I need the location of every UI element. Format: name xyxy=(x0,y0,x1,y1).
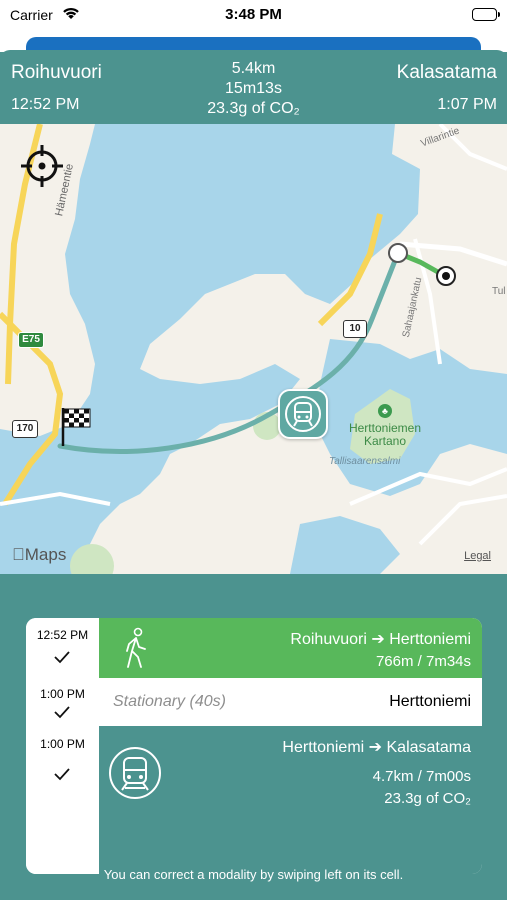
swipe-hint: You can correct a modality by swiping le… xyxy=(103,867,404,882)
battery-icon xyxy=(472,8,500,21)
map-canvas xyxy=(0,124,507,574)
route-map[interactable]: Hämeentie Villarintie Sahaajankatu Tul H… xyxy=(0,124,507,574)
leg-time: 1:00 PM xyxy=(40,687,85,701)
leg-detail: 4.7km / 7m00s xyxy=(372,768,471,785)
locate-me-icon[interactable] xyxy=(20,144,64,188)
leg-time: 1:00 PM xyxy=(40,737,85,751)
stationary-place: Herttoniemi xyxy=(389,693,471,710)
checkmark-icon xyxy=(54,768,70,781)
road-shield-10: 10 xyxy=(343,320,367,338)
leg-time-cell: 12:52 PM xyxy=(26,618,99,678)
finish-flag-icon xyxy=(60,406,92,451)
road-shield-170: 170 xyxy=(12,420,38,438)
leg-body: Herttoniemi ➔ Kalasatama 4.7km / 7m00s 2… xyxy=(99,726,482,874)
apple-maps-logo: Maps xyxy=(12,545,66,564)
status-bar: Carrier 3:48 PM xyxy=(0,0,507,32)
metro-icon xyxy=(109,747,161,799)
park-icon: ♣ xyxy=(378,404,392,418)
metro-stop-icon[interactable] xyxy=(278,389,328,439)
legs-table: 12:52 PM Roihuvuori ➔ Herttoniemi 766m /… xyxy=(26,618,482,874)
legal-link[interactable]: Legal xyxy=(464,550,491,562)
apple-icon:  xyxy=(12,545,25,564)
leg-row-stationary[interactable]: 1:00 PM Stationary (40s) Herttoniemi xyxy=(26,678,482,726)
trip-header: Roihuvuori 12:52 PM 5.4km 15m13s 23.3g o… xyxy=(0,50,507,124)
leg-row-walk[interactable]: 12:52 PM Roihuvuori ➔ Herttoniemi 766m /… xyxy=(26,618,482,678)
map-label-tul: Tul xyxy=(492,286,506,297)
leg-time: 12:52 PM xyxy=(36,628,89,642)
map-label-herttoniemen-kartano: Herttoniemen Kartano xyxy=(348,421,422,448)
leg-detail: 766m / 7m34s xyxy=(375,653,471,670)
leg-body: Roihuvuori ➔ Herttoniemi 766m / 7m34s xyxy=(99,618,482,678)
trip-sheet: Roihuvuori 12:52 PM 5.4km 15m13s 23.3g o… xyxy=(0,50,507,900)
leg-time-cell: 1:00 PM xyxy=(26,726,99,874)
checkmark-icon xyxy=(54,706,70,719)
trip-destination: Kalasatama xyxy=(396,62,497,83)
leg-row-metro[interactable]: 1:00 PM Herttoniemi ➔ Kalasatama 4.7km /… xyxy=(26,726,482,874)
leg-co2: 23.3g of CO₂ xyxy=(384,790,471,807)
checkmark-icon xyxy=(54,651,70,664)
stationary-label: Stationary (40s) xyxy=(113,693,226,710)
status-time: 3:48 PM xyxy=(225,6,282,23)
leg-time-cell: 1:00 PM xyxy=(26,678,99,726)
leg-body: Stationary (40s) Herttoniemi xyxy=(99,678,482,726)
trip-co2: 23.3g of CO₂ xyxy=(207,100,300,117)
walking-icon xyxy=(126,627,146,668)
trip-arrival-time: 1:07 PM xyxy=(437,96,497,113)
leg-title: Herttoniemi ➔ Kalasatama xyxy=(282,739,471,756)
leg-title: Roihuvuori ➔ Herttoniemi xyxy=(290,631,471,648)
road-shield-e75: E75 xyxy=(18,332,44,348)
water-label-tallisaarensalmi: Tallisaarensalmi xyxy=(329,456,401,467)
